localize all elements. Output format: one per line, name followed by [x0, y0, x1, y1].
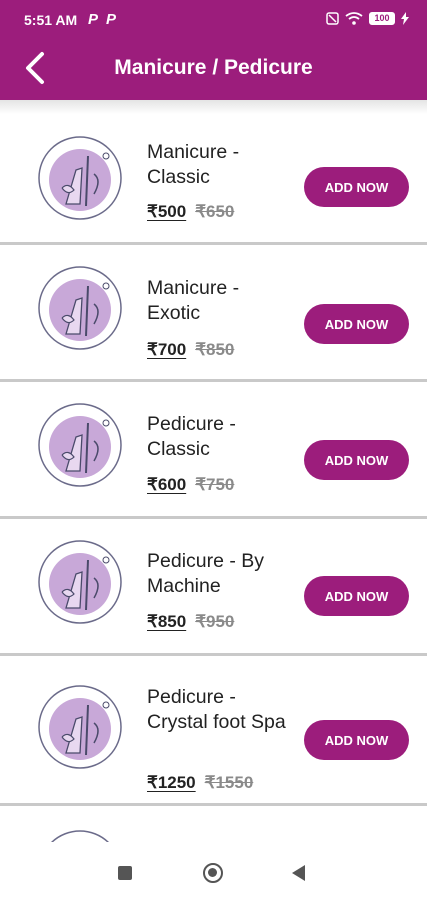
system-nav-bar [0, 842, 427, 900]
page-title: Manicure / Pedicure [114, 56, 313, 79]
item-name: Pedicure - Classic [147, 413, 236, 460]
add-now-button[interactable]: ADD NOW [304, 304, 409, 344]
item-name: Pedicure - By Machine [147, 550, 265, 597]
salon-logo-icon [38, 136, 122, 220]
sim-off-icon [326, 12, 339, 25]
item-name: Manicure - Exotic [147, 277, 240, 324]
charging-icon [401, 12, 409, 25]
home-circle-icon[interactable] [203, 863, 223, 883]
list-item: Manicure - Classic ₹500 ₹650 ADD NOW [0, 114, 427, 244]
item-price: ₹850 [147, 612, 187, 631]
price-row: ₹1250 ₹1550 [147, 773, 253, 793]
app-header: 5:51 AM P P 100 Manicure / Pedicure [0, 0, 427, 100]
price-row: ₹500 ₹650 [147, 202, 234, 222]
back-triangle-icon[interactable] [292, 865, 305, 881]
add-now-button[interactable]: ADD NOW [304, 576, 409, 616]
salon-logo-icon [38, 266, 122, 350]
add-now-button[interactable]: ADD NOW [304, 440, 409, 480]
item-name: Pedicure - Crystal foot Spa [147, 686, 286, 733]
price-row: ₹700 ₹850 [147, 340, 234, 360]
item-original-price: ₹650 [195, 202, 235, 221]
service-list[interactable]: Manicure - Classic ₹500 ₹650 ADD NOW Man… [0, 100, 427, 842]
battery-icon: 100 [369, 12, 395, 25]
item-price: ₹700 [147, 340, 187, 359]
item-original-price: ₹750 [195, 475, 235, 494]
app-notification-icon: P [88, 11, 99, 28]
item-original-price: ₹850 [195, 340, 235, 359]
item-original-price: ₹950 [195, 612, 235, 631]
salon-logo-icon [38, 540, 122, 624]
wifi-icon [345, 12, 363, 25]
salon-logo-icon [38, 403, 122, 487]
list-item: Pedicure - By Machine ₹850 ₹950 ADD NOW [0, 516, 427, 653]
item-original-price: ₹1550 [204, 773, 254, 792]
salon-logo-icon [50, 830, 110, 842]
status-icons: 100 [326, 12, 409, 25]
price-row: ₹600 ₹750 [147, 475, 234, 495]
salon-logo-icon [38, 685, 122, 769]
app-notification-icon: P [106, 11, 117, 28]
recents-square-icon[interactable] [118, 866, 132, 880]
list-item: Pedicure - Crystal foot Spa ₹1250 ₹1550 … [0, 653, 427, 803]
item-price: ₹1250 [147, 773, 196, 792]
list-item: Manicure - Exotic ₹700 ₹850 ADD NOW [0, 242, 427, 372]
item-price: ₹600 [147, 475, 187, 494]
item-name: Manicure - Classic [147, 141, 240, 188]
status-time: 5:51 AM [24, 12, 78, 28]
list-item: Pedicure - Classic ₹600 ₹750 ADD NOW [0, 379, 427, 509]
add-now-button[interactable]: ADD NOW [304, 167, 409, 207]
price-row: ₹850 ₹950 [147, 612, 234, 632]
list-top-shadow [0, 100, 427, 114]
list-item-partial [0, 803, 427, 842]
item-price: ₹500 [147, 202, 187, 221]
add-now-button[interactable]: ADD NOW [304, 720, 409, 760]
status-bar: 5:51 AM P P 100 [0, 0, 427, 40]
